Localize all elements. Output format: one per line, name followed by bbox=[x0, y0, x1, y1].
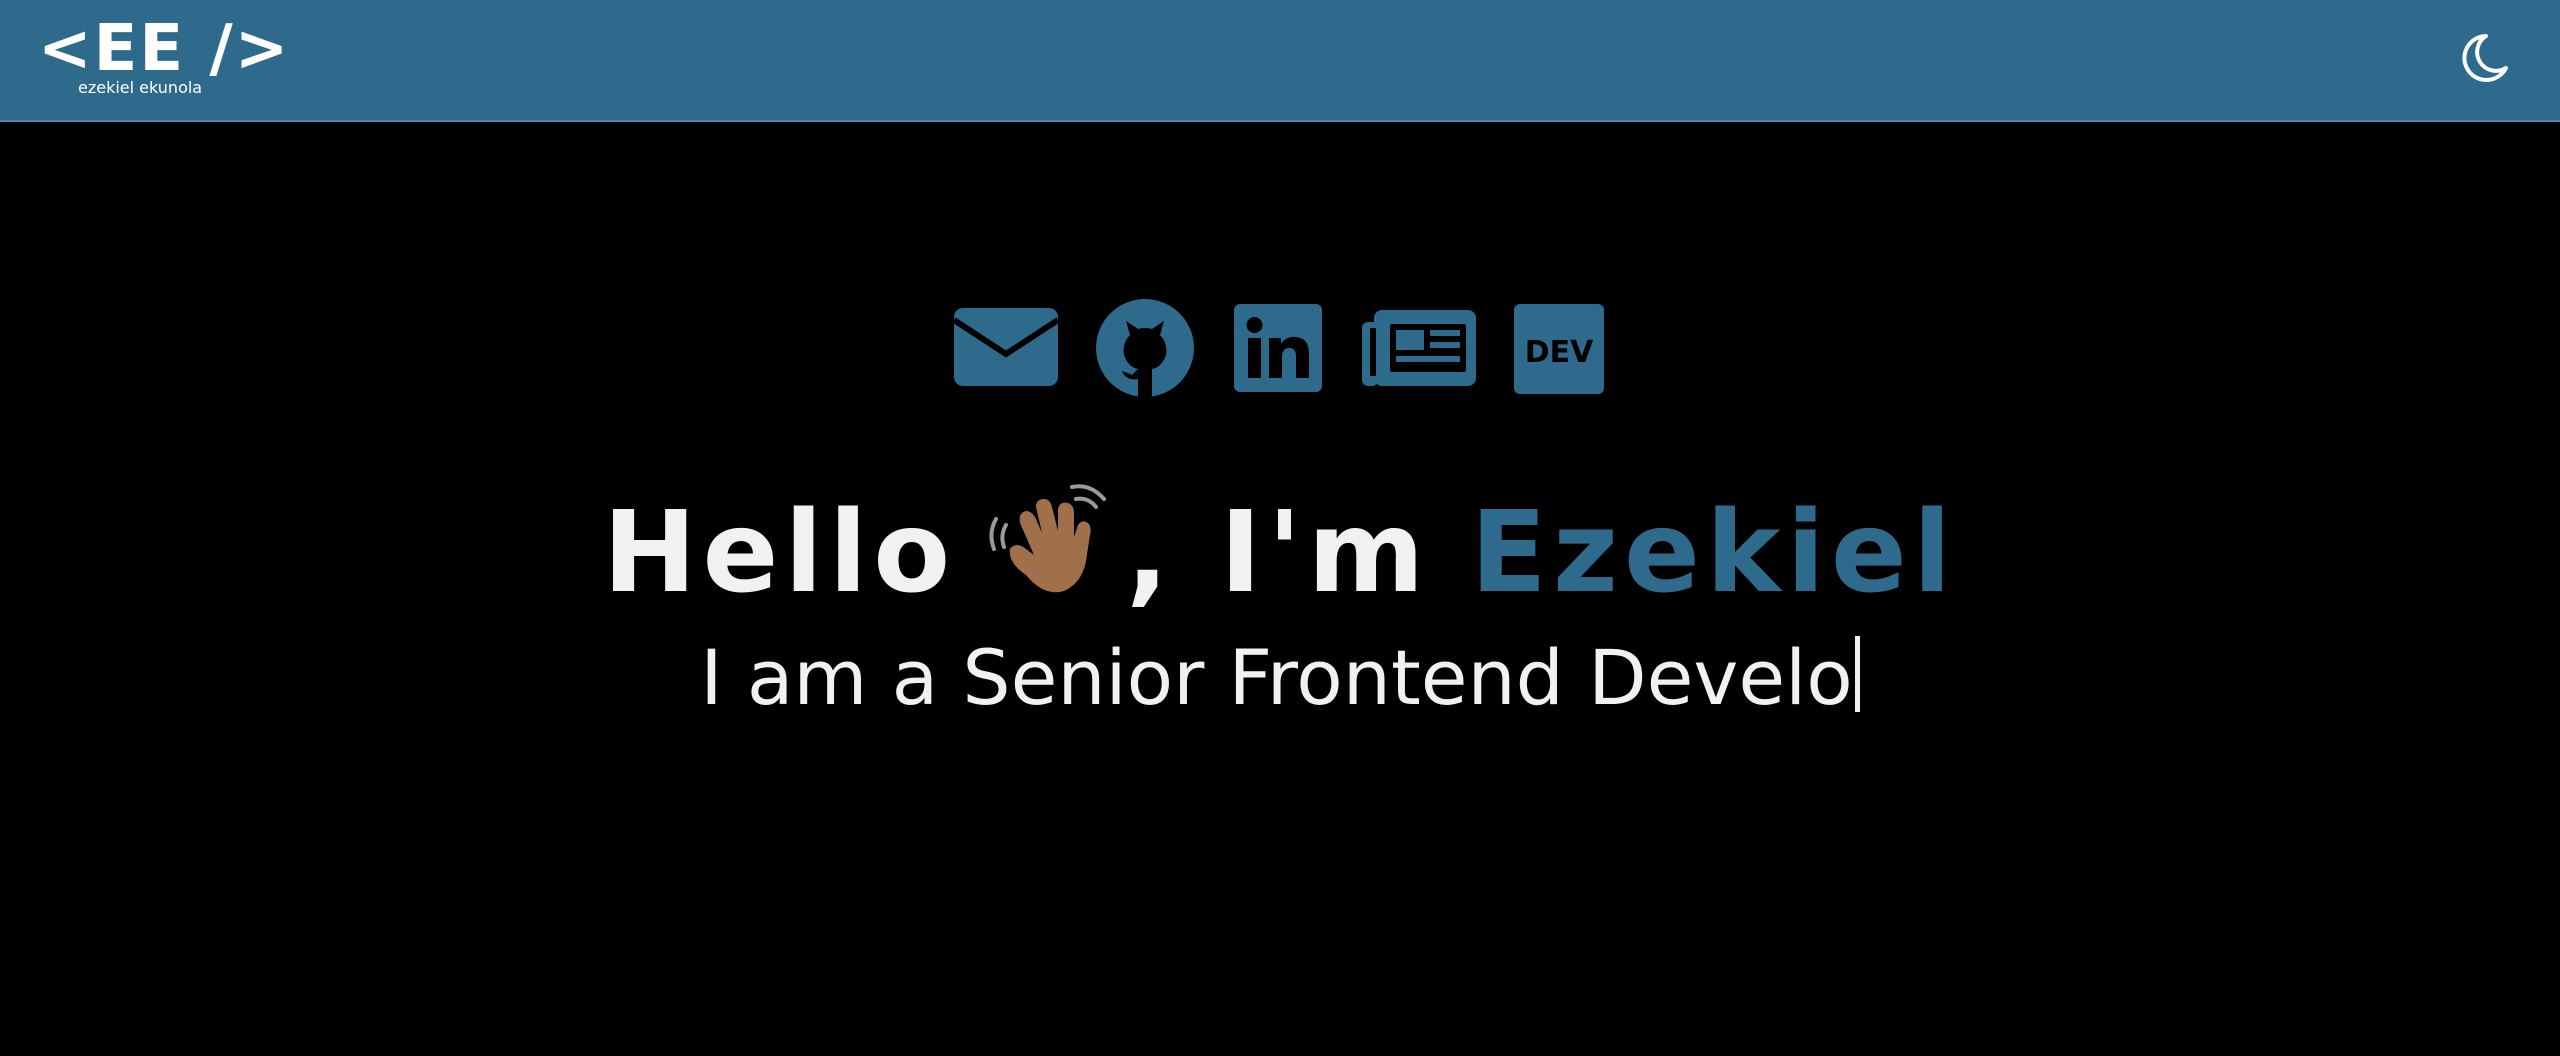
typed-role-text: I am a Senior Frontend Develo bbox=[700, 633, 1853, 722]
dev-label: DEV bbox=[1525, 335, 1594, 370]
github-icon bbox=[1096, 299, 1194, 397]
social-links: DEV bbox=[954, 296, 1606, 397]
logo-mark: <EE /> bbox=[38, 12, 291, 86]
newspaper-icon bbox=[1362, 310, 1476, 386]
hero-headline: Hello , I'm Ezekiel bbox=[0, 478, 2560, 628]
moon-icon bbox=[2462, 34, 2508, 82]
envelope-icon bbox=[954, 308, 1058, 386]
logo[interactable]: <EE /> ezekiel ekunola bbox=[38, 14, 288, 100]
github-link[interactable] bbox=[1096, 299, 1194, 397]
name-highlight: Ezekiel bbox=[1470, 488, 1958, 618]
site-header: <EE /> ezekiel ekunola bbox=[0, 0, 2560, 122]
typing-cursor bbox=[1854, 636, 1860, 712]
linkedin-link[interactable] bbox=[1234, 304, 1322, 392]
waving-hand-icon bbox=[986, 479, 1116, 609]
intro-text: , I'm bbox=[1126, 488, 1431, 618]
greeting-text: Hello bbox=[602, 488, 957, 618]
dev-link[interactable]: DEV bbox=[1514, 304, 1604, 394]
logo-subtitle: ezekiel ekunola bbox=[78, 78, 203, 97]
linkedin-icon bbox=[1234, 304, 1322, 392]
theme-toggle-button[interactable] bbox=[2456, 30, 2512, 86]
typewriter-line: I am a Senior Frontend Develo bbox=[0, 628, 2560, 728]
email-link[interactable] bbox=[954, 308, 1058, 386]
dev-icon: DEV bbox=[1514, 304, 1604, 394]
blog-link[interactable] bbox=[1362, 310, 1476, 386]
